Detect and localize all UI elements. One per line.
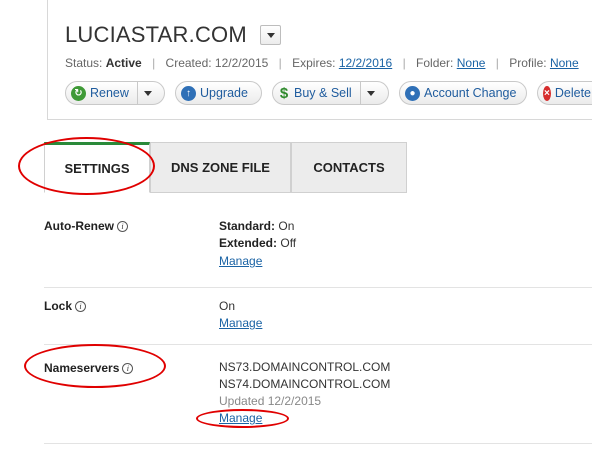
chevron-down-icon [144,90,153,96]
buy-sell-label: Buy & Sell [294,86,352,100]
domain-menu-dropdown[interactable] [260,25,281,45]
delete-icon: × [543,85,551,101]
separator: | [278,56,282,70]
profile-label: Profile: [509,56,547,70]
row-divider [44,443,592,444]
lock-value: On [219,299,236,313]
buy-sell-button[interactable]: $ Buy & Sell [272,81,389,105]
renew-dropdown[interactable] [136,82,159,104]
user-icon: ● [405,85,420,101]
created-value: 12/2/2015 [214,56,269,70]
info-icon[interactable]: i [117,220,128,232]
domain-title: LUCIASTAR.COM [65,22,247,47]
folder-label: Folder: [416,56,454,70]
standard-value: On [278,219,295,233]
account-change-label: Account Change [424,86,517,100]
renew-button[interactable]: ↻ Renew [65,81,165,105]
row-divider [44,344,592,345]
delete-label: Delete [554,86,591,100]
nameservers-label: Nameservers [44,361,120,375]
chevron-down-icon [266,32,275,38]
extended-value: Off [280,236,297,250]
nameservers-updated: Updated 12/2/2015 [219,394,322,408]
account-change-button[interactable]: ● Account Change [399,81,527,105]
separator: | [152,56,156,70]
dollar-icon: $ [279,84,289,102]
nameservers-manage-link[interactable]: Manage [219,411,262,425]
expires-link[interactable]: 12/2/2016 [339,56,392,70]
auto-renew-standard: Standard: On [219,219,294,233]
delete-button[interactable]: × Delete [537,81,592,105]
upgrade-icon: ↑ [181,85,196,101]
auto-renew-label: Auto-Renew [44,219,114,233]
info-icon[interactable]: i [122,362,134,374]
tab-dns-zone-file[interactable]: DNS ZONE FILE [150,142,291,193]
auto-renew-row-label: Auto-Renew i [44,219,128,233]
expires-label: Expires: [292,56,336,70]
profile-link[interactable]: None [550,56,579,70]
tab-contacts[interactable]: CONTACTS [291,142,407,193]
domain-meta: Status: Active | Created: 12/2/2015 | Ex… [65,56,579,70]
folder-link[interactable]: None [457,56,486,70]
renew-icon: ↻ [71,85,86,101]
upgrade-label: Upgrade [200,86,248,100]
separator: | [402,56,406,70]
lock-row-label: Lock i [44,299,87,313]
status-label: Status: [65,56,103,70]
status-value: Active [105,56,142,70]
nameservers-row-label: Nameservers i [44,361,134,375]
separator: | [495,56,499,70]
lock-label: Lock [44,299,73,313]
auto-renew-manage-link[interactable]: Manage [219,254,262,268]
buy-sell-dropdown[interactable] [359,82,382,104]
auto-renew-extended: Extended: Off [219,236,296,250]
upgrade-button[interactable]: ↑ Upgrade [175,81,262,105]
tab-settings[interactable]: SETTINGS [44,142,150,193]
lock-manage-link[interactable]: Manage [219,316,262,330]
created-label: Created: [165,56,212,70]
extended-label: Extended: [219,236,278,250]
nameserver-1: NS73.DOMAINCONTROL.COM [219,360,391,374]
renew-label: Renew [90,86,129,100]
nameserver-2: NS74.DOMAINCONTROL.COM [219,377,391,391]
standard-label: Standard: [219,219,276,233]
chevron-down-icon [367,90,376,96]
info-icon[interactable]: i [75,300,87,312]
row-divider [44,287,592,288]
